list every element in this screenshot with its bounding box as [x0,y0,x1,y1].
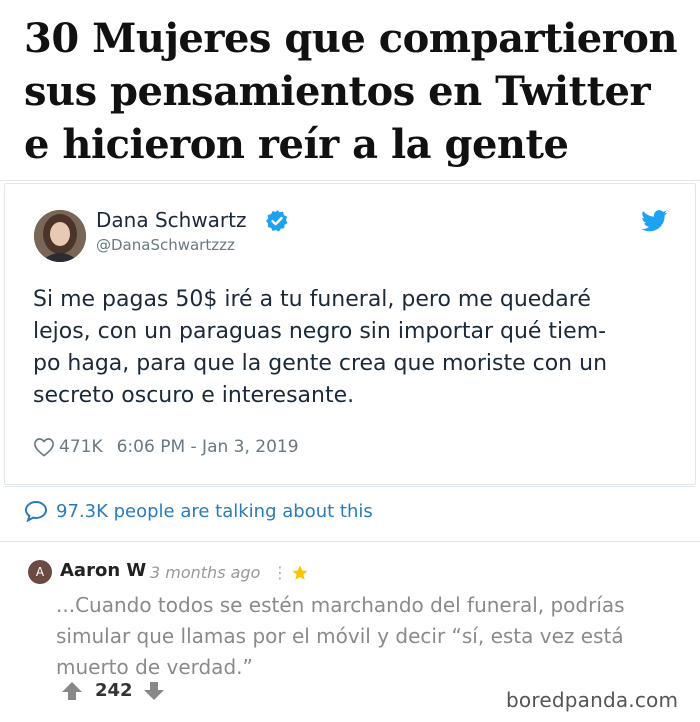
talking-label: 97.3K people are talking about this [56,500,373,522]
divider [5,486,695,487]
tweet-line: secreto oscuro e interesante. [33,383,355,408]
speech-bubble-icon [24,500,48,522]
divider [0,180,700,181]
comment-author[interactable]: Aaron W [60,560,146,581]
heart-icon[interactable] [33,437,55,457]
twitter-bird-icon[interactable] [641,210,668,232]
comment-time: 3 months ago [150,563,261,582]
comment-line: ...Cuando todos se estén marchando del f… [56,593,625,617]
author-name[interactable]: Dana Schwartz [96,208,247,232]
tweet-line: Si me pagas 50$ iré a tu funeral, pero m… [33,287,591,312]
headline-line-3: e hicieron reír a la gente [24,121,569,168]
comment-text: ...Cuando todos se estén marchando del f… [56,590,680,683]
headline-line-2: sus pensamientos en Twitter [24,68,651,115]
talking-link[interactable]: 97.3K people are talking about this [24,498,373,524]
tweet-line: po haga, para que la gente crea que mori… [33,351,608,376]
like-count[interactable]: 471K [59,437,103,457]
star-icon [292,565,308,580]
comment-menu-icon[interactable]: ⋮ [272,563,288,582]
divider [0,541,700,542]
article-headline: 30 Mujeres que compartieron sus pensamie… [24,12,684,171]
author-handle[interactable]: @DanaSchwartzzz [96,236,235,254]
watermark: boredpanda.com [506,688,679,712]
tweet-timestamp[interactable]: 6:06 PM - Jan 3, 2019 [117,437,299,457]
tweet-line: lejos, con un paraguas negro sin importa… [33,319,607,344]
avatar-photo [34,210,86,262]
headline-line-1: 30 Mujeres que compartieron [24,15,678,62]
tweet-text: Si me pagas 50$ iré a tu funeral, pero m… [33,284,683,412]
author-avatar[interactable] [34,210,86,262]
comment-avatar[interactable]: A [28,560,52,584]
downvote-arrow-icon[interactable] [142,681,166,701]
tweet-meta: 471K 6:06 PM - Jan 3, 2019 [33,434,299,460]
comment-line: muerto de verdad.” [56,655,253,679]
vote-count: 242 [95,680,133,701]
verified-badge-icon [266,210,288,232]
upvote-arrow-icon[interactable] [60,681,84,701]
comment-line: simular que llamas por el móvil y decir … [56,624,624,648]
